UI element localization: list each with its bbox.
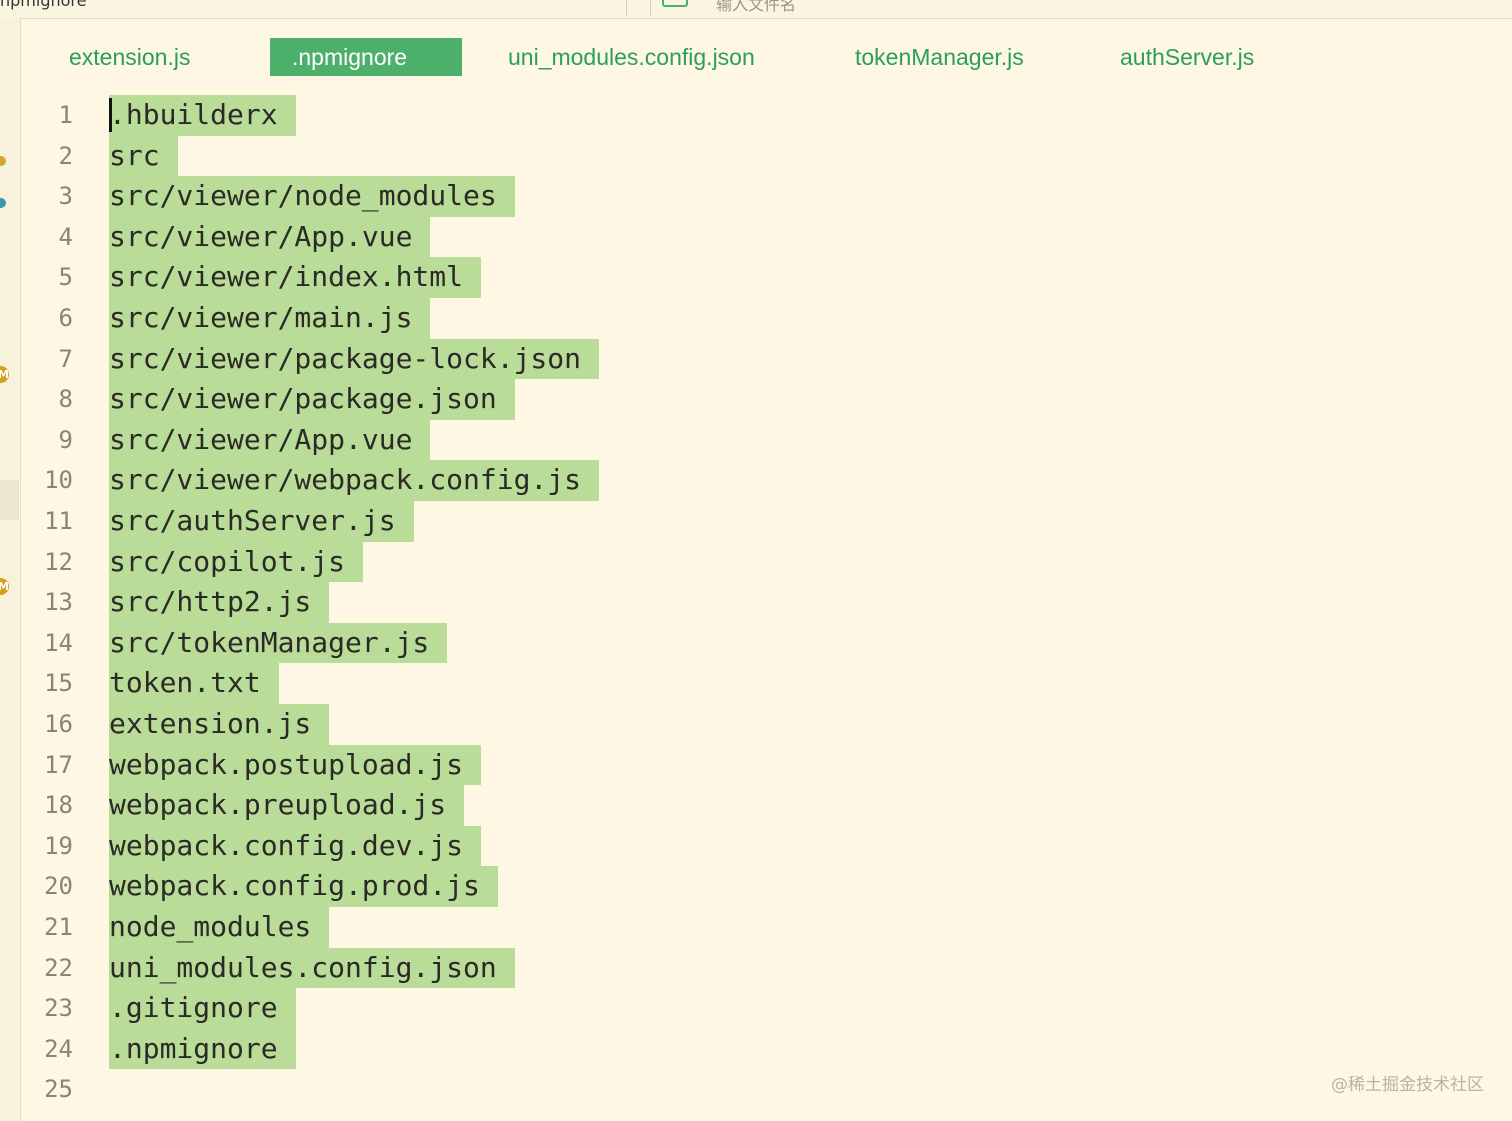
code-line[interactable]: 8 src/viewer/package.json xyxy=(20,379,1510,420)
line-number: 1 xyxy=(58,101,73,129)
file-search-icon[interactable] xyxy=(662,0,688,7)
line-number: 5 xyxy=(58,263,73,292)
code-text[interactable]: uni_modules.config.json xyxy=(109,947,515,989)
file-search-input[interactable]: 输入文件名 xyxy=(716,0,796,15)
line-number: 14 xyxy=(44,628,73,657)
modified-badge-icon: M xyxy=(0,366,9,383)
code-line[interactable]: 9 src/viewer/App.vue xyxy=(20,419,1510,461)
line-number: 20 xyxy=(44,872,73,901)
code-line[interactable]: 16 extension.js xyxy=(20,704,1510,745)
added-dot-icon xyxy=(0,198,6,208)
code-line[interactable]: 3 src/viewer/node_modules xyxy=(20,176,1510,217)
code-text[interactable]: webpack.preupload.js xyxy=(109,785,465,826)
code-line[interactable]: 12 src/copilot.js xyxy=(20,541,1510,583)
line-number: 11 xyxy=(44,507,73,535)
code-text[interactable]: .npmignore xyxy=(109,1028,296,1070)
code-text[interactable]: src/viewer/index.html xyxy=(109,257,482,298)
modified-dot-icon xyxy=(0,156,6,166)
code-text[interactable]: webpack.config.dev.js xyxy=(109,825,482,867)
line-number: 3 xyxy=(58,182,73,211)
code-text[interactable] xyxy=(109,1069,127,1110)
code-line[interactable]: 5 src/viewer/index.html xyxy=(20,257,1510,298)
code-line[interactable]: 25 xyxy=(20,1069,1510,1110)
line-number: 16 xyxy=(44,710,73,738)
code-line[interactable]: 7 src/viewer/package-lock.json xyxy=(20,338,1510,380)
code-line[interactable]: 10 src/viewer/webpack.config.js xyxy=(20,460,1510,501)
code-text[interactable]: .hbuilderx xyxy=(109,95,296,136)
line-number: 24 xyxy=(44,1034,73,1063)
code-line[interactable]: 1 .hbuilderx xyxy=(20,95,1510,136)
code-line[interactable]: 21 node_modules xyxy=(20,907,1510,948)
line-number: 7 xyxy=(58,344,73,373)
line-number: 6 xyxy=(58,304,73,332)
code-text[interactable]: src/copilot.js xyxy=(109,541,364,583)
code-line[interactable]: 11 src/authServer.js xyxy=(20,501,1510,542)
code-text[interactable]: src/viewer/webpack.config.js xyxy=(109,460,600,501)
line-number: 8 xyxy=(58,385,73,414)
line-number: 21 xyxy=(44,913,73,941)
line-number: 23 xyxy=(44,994,73,1023)
code-line[interactable]: 15 token.txt xyxy=(20,663,1510,704)
tab-extension-js[interactable]: extension.js xyxy=(69,38,190,76)
line-number: 15 xyxy=(44,669,73,698)
line-number: 18 xyxy=(44,791,73,820)
code-line[interactable]: 19 webpack.config.dev.js xyxy=(20,825,1510,867)
line-number: 2 xyxy=(58,141,73,170)
code-line[interactable]: 20 webpack.config.prod.js xyxy=(20,866,1510,907)
tab-tokenmanager-js[interactable]: tokenManager.js xyxy=(855,38,1024,76)
watermark: @稀土掘金技术社区 xyxy=(1331,1075,1484,1095)
code-line[interactable]: 13 src/http2.js xyxy=(20,582,1510,623)
code-text[interactable]: src/viewer/App.vue xyxy=(109,216,431,258)
line-number: 25 xyxy=(44,1075,73,1104)
code-line[interactable]: 18 webpack.preupload.js xyxy=(20,785,1510,826)
line-number: 17 xyxy=(44,750,73,779)
code-text[interactable]: src/viewer/package-lock.json xyxy=(109,338,600,380)
code-line[interactable]: 23 .gitignore xyxy=(20,988,1510,1029)
code-text[interactable]: src/authServer.js xyxy=(109,501,414,542)
line-number: 13 xyxy=(44,588,73,617)
code-editor[interactable]: 1 .hbuilderx 2 src 3 src/viewer/node_modules 4… xyxy=(20,95,1512,1121)
code-text[interactable]: src/http2.js xyxy=(109,582,330,623)
line-number: 22 xyxy=(44,953,73,982)
code-text[interactable]: src/viewer/package.json xyxy=(109,379,515,420)
editor-tab-bar: extension.js .npmignore uni_modules.conf… xyxy=(20,38,1512,76)
code-text[interactable]: src/viewer/App.vue xyxy=(109,419,431,461)
code-line[interactable]: 6 src/viewer/main.js xyxy=(20,298,1510,339)
window-title: npmignore xyxy=(0,0,87,10)
code-line[interactable]: 2 src xyxy=(20,135,1510,177)
toolbar-divider xyxy=(650,0,651,16)
tab-authserver-js[interactable]: authServer.js xyxy=(1120,38,1254,76)
modified-badge-icon: M xyxy=(0,578,9,595)
code-text[interactable]: .gitignore xyxy=(109,988,296,1029)
code-text[interactable]: src xyxy=(109,135,178,177)
line-number: 12 xyxy=(44,547,73,576)
line-number: 19 xyxy=(44,831,73,860)
line-number: 10 xyxy=(44,466,73,495)
code-line[interactable]: 22 uni_modules.config.json xyxy=(20,947,1510,989)
tab-uni-modules-config-json[interactable]: uni_modules.config.json xyxy=(508,38,755,76)
left-gutter-strip: M M xyxy=(0,18,21,1121)
code-text[interactable]: src/tokenManager.js xyxy=(109,622,448,664)
code-text[interactable]: src/viewer/node_modules xyxy=(109,176,515,217)
code-text[interactable]: webpack.postupload.js xyxy=(109,744,482,786)
code-text[interactable]: extension.js xyxy=(109,704,330,745)
code-line[interactable]: 4 src/viewer/App.vue xyxy=(20,216,1510,258)
code-line[interactable]: 17 webpack.postupload.js xyxy=(20,744,1510,786)
code-line[interactable]: 24 .npmignore xyxy=(20,1028,1510,1070)
code-text[interactable]: src/viewer/main.js xyxy=(109,298,431,339)
text-cursor xyxy=(109,98,112,132)
code-text[interactable]: node_modules xyxy=(109,907,330,948)
code-line[interactable]: 14 src/tokenManager.js xyxy=(20,622,1510,664)
line-number: 4 xyxy=(58,222,73,251)
tab-npmignore[interactable]: .npmignore xyxy=(270,38,462,76)
code-text[interactable]: token.txt xyxy=(109,663,279,704)
gutter-highlight xyxy=(0,480,19,520)
line-number: 9 xyxy=(58,425,73,454)
code-text[interactable]: webpack.config.prod.js xyxy=(109,866,498,907)
toolbar-divider xyxy=(626,0,627,16)
top-toolbar: npmignore 输入文件名 xyxy=(0,0,1512,19)
